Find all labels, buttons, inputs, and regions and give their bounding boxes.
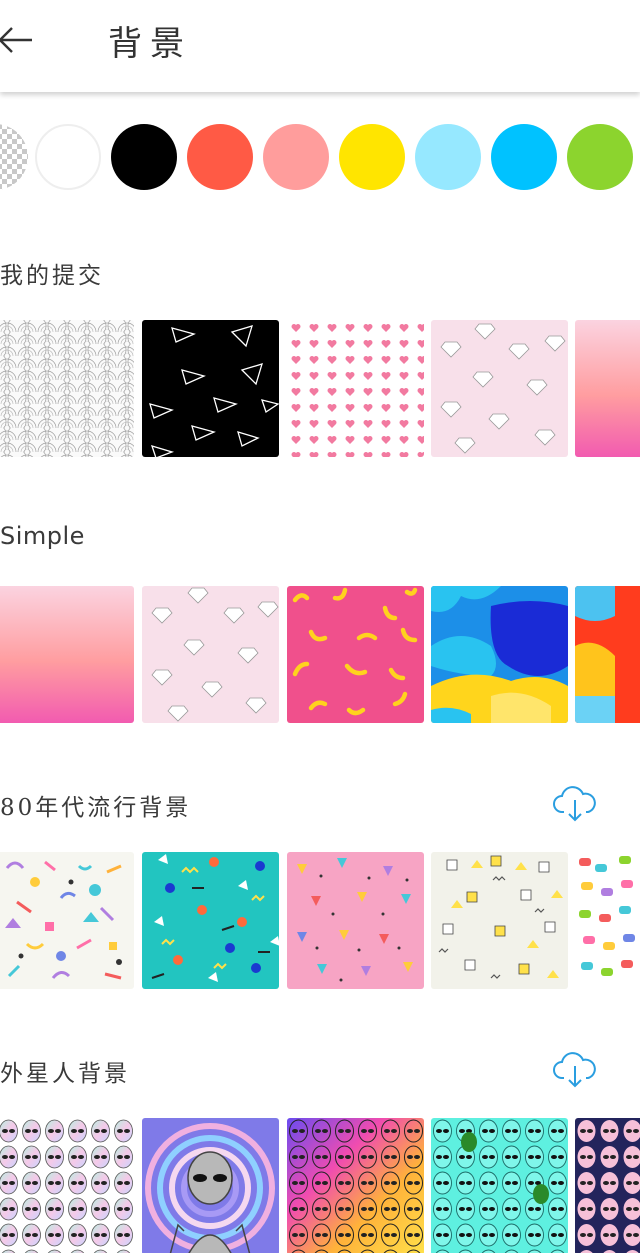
- bg-tile-bananas[interactable]: [287, 586, 424, 723]
- swatch-pink[interactable]: [263, 124, 329, 190]
- tile-row-my-submissions: [0, 320, 640, 458]
- bg-tile-diamonds[interactable]: [142, 586, 279, 723]
- bg-tile-memphis-cubes[interactable]: [431, 852, 568, 989]
- bg-tile-aliens-holo[interactable]: [0, 1118, 134, 1253]
- bg-tile-memphis-pink[interactable]: [287, 852, 424, 989]
- bg-tile-alien-psychedelic[interactable]: [142, 1118, 279, 1253]
- bg-tile-pink-gradient[interactable]: [575, 320, 640, 457]
- bg-tile-memphis-candy[interactable]: [575, 852, 640, 989]
- download-cloud-button[interactable]: [552, 1050, 598, 1090]
- section-title-80s: 80年代流行背景: [0, 795, 192, 821]
- bg-tile-pink-gradient[interactable]: [0, 586, 134, 723]
- bg-tile-wave-scales[interactable]: [0, 320, 134, 457]
- back-button[interactable]: [0, 22, 38, 58]
- tile-row-simple: [0, 586, 640, 724]
- cloud-download-icon: [553, 1052, 596, 1088]
- bg-tile-paper-planes[interactable]: [142, 320, 279, 457]
- swatch-sky-blue[interactable]: [491, 124, 557, 190]
- tile-row-aliens: [0, 1118, 640, 1253]
- arrow-left-icon: [0, 27, 32, 53]
- bg-tile-memphis-white[interactable]: [0, 852, 134, 989]
- bg-tile-diamonds[interactable]: [431, 320, 568, 457]
- section-title-aliens: 外星人背景: [0, 1061, 130, 1087]
- bg-tile-paint-strokes-red[interactable]: [575, 586, 640, 723]
- page-title: 背景: [108, 24, 192, 64]
- swatch-white[interactable]: [35, 124, 101, 190]
- swatch-coral[interactable]: [187, 124, 253, 190]
- section-title-simple: Simple: [0, 522, 85, 550]
- top-bar: 背景: [0, 0, 640, 92]
- tile-row-80s: [0, 852, 640, 990]
- bg-tile-memphis-teal[interactable]: [142, 852, 279, 989]
- bg-tile-aliens-rainbow[interactable]: [287, 1118, 424, 1253]
- cloud-download-icon: [553, 786, 596, 822]
- section-title-my-submissions: 我的提交: [0, 263, 104, 289]
- bg-tile-pink-hearts[interactable]: [287, 320, 424, 457]
- swatch-light-blue[interactable]: [415, 124, 481, 190]
- color-swatch-row: [0, 92, 640, 222]
- download-cloud-button[interactable]: [552, 784, 598, 824]
- swatch-yellow[interactable]: [339, 124, 405, 190]
- bg-tile-aliens-navy[interactable]: [575, 1118, 640, 1253]
- swatch-black[interactable]: [111, 124, 177, 190]
- bg-tile-aliens-cyan[interactable]: [431, 1118, 568, 1253]
- swatch-transparent[interactable]: [0, 124, 28, 190]
- swatch-green[interactable]: [567, 124, 633, 190]
- bg-tile-paint-strokes-blue[interactable]: [431, 586, 568, 723]
